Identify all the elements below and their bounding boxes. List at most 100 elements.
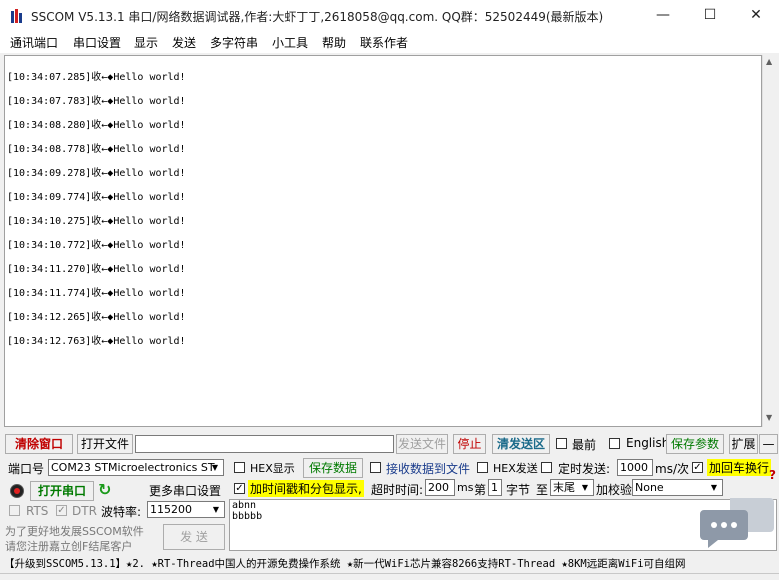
english-checkbox[interactable] <box>609 438 620 449</box>
minimize-button[interactable]: — <box>640 0 686 31</box>
add-crlf-label: 加回车换行 <box>707 459 772 476</box>
timeout-input[interactable]: 200 <box>425 479 455 496</box>
checksum-value: None <box>635 481 664 494</box>
english-label: English <box>626 436 670 450</box>
checksum-label: 加校验 <box>596 483 633 497</box>
help-icon[interactable]: ? <box>769 468 776 482</box>
menu-port-settings[interactable]: 串口设置 <box>73 34 121 51</box>
promo-line-1[interactable]: 为了更好地发展SSCOM软件 <box>5 523 144 539</box>
save-data-button[interactable]: 保存数据 <box>303 458 363 478</box>
chevron-down-icon[interactable]: ▼ <box>578 481 592 495</box>
send-file-button[interactable]: 发送文件 <box>396 434 448 454</box>
refresh-icon[interactable]: ↻ <box>98 480 111 499</box>
byte-label: 字节 <box>506 483 531 497</box>
rts-checkbox[interactable] <box>9 505 20 516</box>
to-label: 至 <box>536 483 549 497</box>
send-button[interactable]: 发 送 <box>163 524 225 550</box>
menu-help[interactable]: 帮助 <box>322 34 346 51</box>
clear-window-button[interactable]: 清除窗口 <box>5 434 73 454</box>
receive-line: [10:34:09.774]收←◆Hello world! <box>7 192 186 203</box>
receive-line: [10:34:08.280]收←◆Hello world! <box>7 120 186 131</box>
receive-line: [10:34:10.275]收←◆Hello world! <box>7 216 186 227</box>
scroll-down-icon[interactable]: ▼ <box>766 413 772 422</box>
hex-send-checkbox[interactable] <box>477 462 488 473</box>
stop-button[interactable]: 停止 <box>453 434 486 454</box>
menu-display[interactable]: 显示 <box>134 34 158 51</box>
hex-send-label: HEX发送 <box>493 462 538 475</box>
timestamp-checkbox[interactable]: ✓ <box>234 483 245 494</box>
more-port-settings-link[interactable]: 更多串口设置 <box>149 482 221 499</box>
byte-index-input[interactable]: 1 <box>488 479 502 496</box>
chevron-down-icon[interactable]: ▼ <box>209 503 223 517</box>
menu-send[interactable]: 发送 <box>172 34 196 51</box>
receive-line: [10:34:11.270]收←◆Hello world! <box>7 264 186 275</box>
receive-line: [10:34:09.278]收←◆Hello world! <box>7 168 186 179</box>
clear-send-button[interactable]: 清发送区 <box>492 434 550 454</box>
open-port-button[interactable]: 打开串口 <box>30 481 94 501</box>
interval-unit-label: ms/次 <box>655 462 689 476</box>
send-text-line: bbbbb <box>232 511 263 522</box>
receive-line: [10:34:11.774]收←◆Hello world! <box>7 288 186 299</box>
port-label: 端口号 <box>8 462 45 476</box>
baud-value: 115200 <box>150 503 192 516</box>
recv-to-file-checkbox[interactable] <box>370 462 381 473</box>
chevron-down-icon[interactable]: ▼ <box>208 461 222 475</box>
chat-watermark-icon <box>700 498 774 548</box>
port-status-icon <box>10 484 24 498</box>
checksum-select[interactable]: None ▼ <box>632 479 723 496</box>
port-value: COM23 STMicroelectronics ST <box>51 461 215 474</box>
receive-line: [10:34:10.772]收←◆Hello world! <box>7 240 186 251</box>
add-crlf-checkbox[interactable]: ✓ <box>692 462 703 473</box>
timed-send-checkbox[interactable] <box>541 462 552 473</box>
menu-comm-port[interactable]: 通讯端口 <box>10 34 58 51</box>
receive-line: [10:34:12.763]收←◆Hello world! <box>7 336 186 347</box>
collapse-button[interactable]: — <box>759 434 778 454</box>
menu-contact[interactable]: 联系作者 <box>360 34 408 51</box>
send-text-area[interactable]: abnn bbbbb <box>229 498 777 551</box>
scroll-up-icon[interactable]: ▲ <box>766 57 772 66</box>
baud-select[interactable]: 115200 ▼ <box>147 501 225 518</box>
timeout-unit-label: ms <box>457 481 474 494</box>
tail-select[interactable]: 末尾 ▼ <box>550 479 594 496</box>
send-text-line: abnn <box>232 500 257 511</box>
timeout-label: 超时时间: <box>371 483 424 497</box>
recv-to-file-label: 接收数据到文件 <box>386 462 471 476</box>
chevron-down-icon[interactable]: ▼ <box>707 481 721 495</box>
receive-line: [10:34:07.783]收←◆Hello world! <box>7 96 186 107</box>
receive-line: [10:34:08.778]收←◆Hello world! <box>7 144 186 155</box>
baud-label: 波特率: <box>101 505 142 519</box>
menu-multi-string[interactable]: 多字符串 <box>210 34 258 51</box>
topmost-label: 最前 <box>572 438 597 452</box>
byte-prefix-label: 第 <box>474 483 487 497</box>
title-bar: SSCOM V5.13.1 串口/网络数据调试器,作者:大虾丁丁,2618058… <box>0 0 779 31</box>
promo-line-2[interactable]: 请您注册嘉立创F结尾客户 <box>5 538 132 554</box>
window-title: SSCOM V5.13.1 串口/网络数据调试器,作者:大虾丁丁,2618058… <box>31 10 604 24</box>
timestamp-label: 加时间戳和分包显示, <box>248 480 364 497</box>
port-select[interactable]: COM23 STMicroelectronics ST ▼ <box>48 459 224 476</box>
tail-value: 末尾 <box>553 481 575 494</box>
receive-line: [10:34:12.265]收←◆Hello world! <box>7 312 186 323</box>
ticker-bar: 【升级到SSCOM5.13.1】★2. ★RT-Thread中国人的开源免费操作… <box>0 553 779 573</box>
expand-button[interactable]: 扩展 <box>729 434 758 454</box>
status-bar <box>0 573 779 580</box>
hex-display-label: HEX显示 <box>250 462 295 475</box>
file-path-input[interactable] <box>135 435 394 453</box>
dtr-label: DTR <box>72 504 97 518</box>
interval-input[interactable]: 1000 <box>617 459 653 476</box>
timed-send-label: 定时发送: <box>558 462 611 476</box>
ticker-text[interactable]: 【升级到SSCOM5.13.1】★2. ★RT-Thread中国人的开源免费操作… <box>4 556 686 571</box>
receive-scrollbar[interactable]: ▲ ▼ <box>762 55 779 427</box>
dtr-checkbox[interactable]: ✓ <box>56 505 67 516</box>
menu-tools[interactable]: 小工具 <box>272 34 308 51</box>
receive-line: [10:34:07.285]收←◆Hello world! <box>7 72 186 83</box>
app-icon <box>11 9 22 23</box>
open-file-button[interactable]: 打开文件 <box>77 434 133 454</box>
save-params-button[interactable]: 保存参数 <box>666 434 724 454</box>
rts-label: RTS <box>26 504 49 518</box>
close-button[interactable]: ✕ <box>733 0 779 31</box>
hex-display-checkbox[interactable] <box>234 462 245 473</box>
receive-area[interactable]: [10:34:07.285]收←◆Hello world! [10:34:07.… <box>4 55 762 427</box>
maximize-button[interactable]: ☐ <box>687 0 733 31</box>
menu-bar: 通讯端口 串口设置 显示 发送 多字符串 小工具 帮助 联系作者 <box>0 31 779 53</box>
topmost-checkbox[interactable] <box>556 438 567 449</box>
